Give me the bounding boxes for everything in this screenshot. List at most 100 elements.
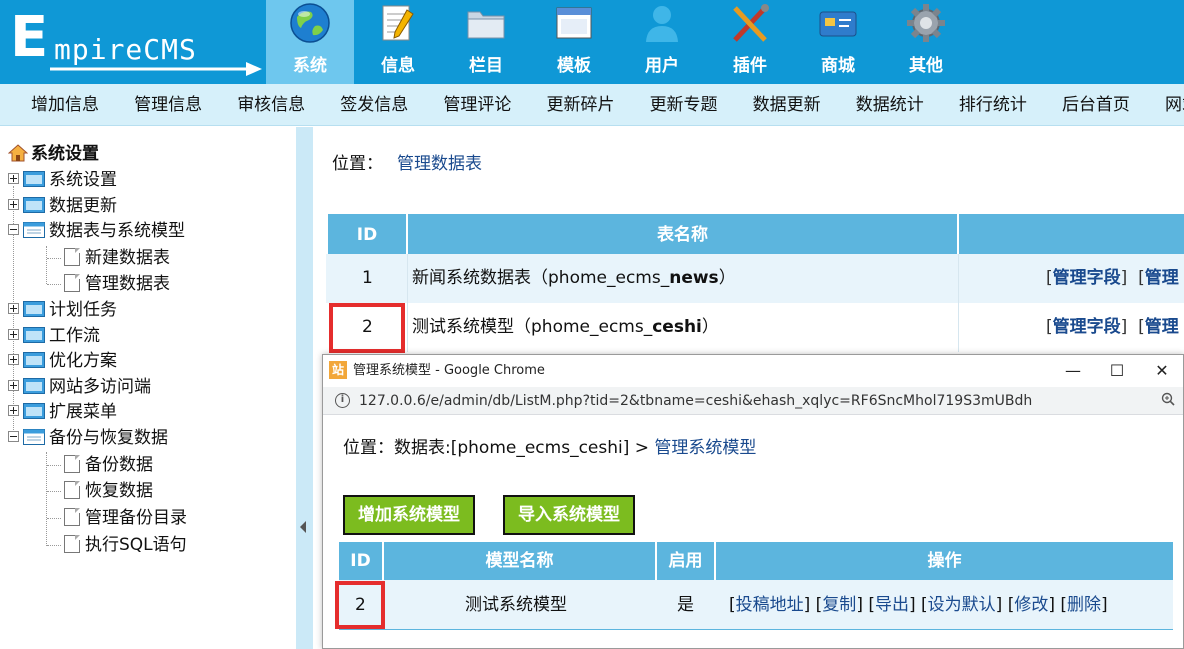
menu-add-info[interactable]: 增加信息 bbox=[31, 84, 99, 125]
secondary-menu: 增加信息 管理信息 审核信息 签发信息 管理评论 更新碎片 更新专题 数据更新 … bbox=[0, 84, 1184, 126]
tree-leaf-backup[interactable]: 备份数据 bbox=[64, 454, 153, 476]
expand-icon[interactable] bbox=[8, 199, 19, 210]
tree-node-backup-restore[interactable]: 备份与恢复数据 bbox=[8, 427, 168, 449]
model-actions: [投稿地址] [复制] [导出] [设为默认] [修改] [删除] bbox=[729, 595, 1108, 615]
menu-sign-info[interactable]: 签发信息 bbox=[340, 84, 408, 125]
manage-fields-link[interactable]: 管理字段 bbox=[1053, 317, 1121, 337]
tree-node-workflow[interactable]: 工作流 bbox=[8, 325, 100, 347]
tree-node-label: 数据更新 bbox=[49, 196, 117, 216]
tree-root[interactable]: 系统设置 bbox=[8, 143, 99, 165]
copy-link[interactable]: 复制 bbox=[822, 595, 856, 615]
nav-tab-template[interactable]: 模板 bbox=[530, 0, 618, 84]
table-name-close: ） bbox=[718, 268, 736, 288]
tree-node-system-settings[interactable]: 系统设置 bbox=[8, 169, 117, 191]
manage-fields-link[interactable]: 管理字段 bbox=[1053, 268, 1121, 288]
highlight-box bbox=[329, 303, 405, 353]
export-link[interactable]: 导出 bbox=[875, 595, 909, 615]
manage-link[interactable]: 管理 bbox=[1145, 268, 1179, 288]
info-icon[interactable]: i bbox=[335, 393, 350, 408]
expand-icon[interactable] bbox=[8, 380, 19, 391]
nav-tab-column[interactable]: 栏目 bbox=[442, 0, 530, 84]
expand-icon[interactable] bbox=[8, 173, 19, 184]
tree-guide bbox=[47, 491, 61, 492]
tree-leaf-label: 管理数据表 bbox=[85, 274, 170, 294]
tree-leaf-backup-dirs[interactable]: 管理备份目录 bbox=[64, 507, 187, 529]
collapse-arrow-icon[interactable] bbox=[300, 521, 306, 533]
tree-node-label: 系统设置 bbox=[49, 170, 117, 190]
expand-icon[interactable] bbox=[8, 354, 19, 365]
manage-link[interactable]: 管理 bbox=[1145, 317, 1179, 337]
close-icon[interactable]: ✕ bbox=[1152, 361, 1172, 381]
popup-breadcrumb-link[interactable]: 管理系统模型 bbox=[654, 438, 756, 458]
menu-update-topics[interactable]: 更新专题 bbox=[650, 84, 718, 125]
empirecms-admin: E mpireCMS 系统 信息 栏目 模板 用户 插件 商城 其他 增加信息 … bbox=[0, 0, 1184, 649]
nav-tab-user[interactable]: 用户 bbox=[618, 0, 706, 84]
tree-leaf-restore[interactable]: 恢复数据 bbox=[64, 480, 153, 502]
nav-tab-plugin[interactable]: 插件 bbox=[706, 0, 794, 84]
document-icon bbox=[64, 248, 80, 266]
empirecms-logo[interactable]: E mpireCMS bbox=[10, 10, 262, 76]
nav-tab-label: 其他 bbox=[909, 56, 943, 76]
menu-manage-comments[interactable]: 管理评论 bbox=[443, 84, 511, 125]
logo-arrow-icon bbox=[50, 62, 262, 76]
nav-tab-shop[interactable]: 商城 bbox=[794, 0, 882, 84]
tree-guide bbox=[46, 452, 47, 546]
collapse-icon[interactable] bbox=[8, 431, 19, 442]
model-enabled: 是 bbox=[677, 595, 694, 615]
tree-node-data-update[interactable]: 数据更新 bbox=[8, 195, 117, 217]
document-icon bbox=[64, 481, 80, 499]
menu-review-info[interactable]: 审核信息 bbox=[237, 84, 305, 125]
tree-node-multi-access[interactable]: 网站多访问端 bbox=[8, 376, 151, 398]
tree-leaf-label: 管理备份目录 bbox=[85, 508, 187, 528]
nav-tab-system[interactable]: 系统 bbox=[266, 0, 354, 84]
tree-leaf-new-table[interactable]: 新建数据表 bbox=[64, 247, 170, 269]
nav-tab-info[interactable]: 信息 bbox=[354, 0, 442, 84]
menu-site-home[interactable]: 网站首页 bbox=[1165, 84, 1184, 125]
import-model-button[interactable]: 导入系统模型 bbox=[503, 495, 635, 535]
tree-guide bbox=[47, 545, 61, 546]
nav-tab-label: 模板 bbox=[557, 56, 591, 76]
tree-leaf-exec-sql[interactable]: 执行SQL语句 bbox=[64, 534, 187, 556]
tree-node-optimization[interactable]: 优化方案 bbox=[8, 350, 117, 372]
address-bar[interactable]: i 127.0.0.6/e/admin/db/ListM.php?tid=2&t… bbox=[323, 387, 1183, 415]
nav-tab-other[interactable]: 其他 bbox=[882, 0, 970, 84]
tree-node-tables-models[interactable]: 数据表与系统模型 bbox=[8, 220, 185, 242]
add-model-button[interactable]: 增加系统模型 bbox=[343, 495, 475, 535]
zoom-icon[interactable] bbox=[1161, 392, 1175, 406]
column-header-enabled: 启用 bbox=[657, 542, 715, 580]
document-icon bbox=[64, 535, 80, 553]
breadcrumb-link[interactable]: 管理数据表 bbox=[397, 154, 482, 174]
column-divider bbox=[407, 254, 408, 352]
menu-data-stats[interactable]: 数据统计 bbox=[856, 84, 924, 125]
popup-title-bar[interactable]: 站 管理系统模型 - Google Chrome — ☐ ✕ bbox=[323, 355, 1183, 387]
menu-manage-info[interactable]: 管理信息 bbox=[134, 84, 202, 125]
sidebar-splitter[interactable] bbox=[296, 127, 313, 649]
minimize-icon[interactable]: — bbox=[1063, 361, 1083, 381]
tree-leaf-label: 恢复数据 bbox=[85, 481, 153, 501]
collapse-icon[interactable] bbox=[8, 224, 19, 235]
maximize-icon[interactable]: ☐ bbox=[1107, 361, 1127, 381]
submit-url-link[interactable]: 投稿地址 bbox=[736, 595, 804, 615]
open-folder-icon bbox=[23, 429, 45, 445]
window-icon bbox=[556, 7, 592, 39]
expand-icon[interactable] bbox=[8, 405, 19, 416]
edit-link[interactable]: 修改 bbox=[1014, 595, 1048, 615]
set-default-link[interactable]: 设为默认 bbox=[928, 595, 996, 615]
popup-window-title: 管理系统模型 - Google Chrome bbox=[353, 363, 545, 378]
menu-rank-stats[interactable]: 排行统计 bbox=[959, 84, 1027, 125]
tools-icon bbox=[733, 4, 769, 42]
gear-icon bbox=[907, 4, 945, 42]
menu-data-update[interactable]: 数据更新 bbox=[753, 84, 821, 125]
delete-link[interactable]: 删除 bbox=[1067, 595, 1101, 615]
tree-node-label: 优化方案 bbox=[49, 351, 117, 371]
expand-icon[interactable] bbox=[8, 303, 19, 314]
menu-update-fragments[interactable]: 更新碎片 bbox=[546, 84, 614, 125]
tree-node-scheduled-tasks[interactable]: 计划任务 bbox=[8, 299, 117, 321]
tree-node-extended-menu[interactable]: 扩展菜单 bbox=[8, 401, 117, 423]
table-name-suffix-bold: ceshi bbox=[652, 317, 702, 337]
menu-admin-home[interactable]: 后台首页 bbox=[1062, 84, 1130, 125]
url-text[interactable]: 127.0.0.6/e/admin/db/ListM.php?tid=2&tbn… bbox=[359, 392, 1032, 410]
tree-leaf-manage-tables[interactable]: 管理数据表 bbox=[64, 273, 170, 295]
expand-icon[interactable] bbox=[8, 329, 19, 340]
row-actions: [管理字段] [管理 bbox=[1046, 268, 1179, 288]
